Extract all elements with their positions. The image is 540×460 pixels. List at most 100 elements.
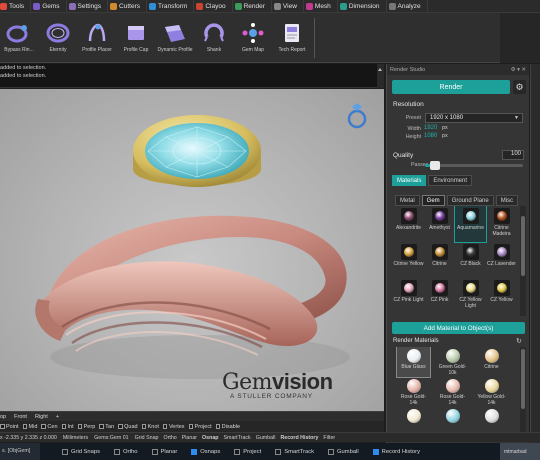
units[interactable]: Millimeters (63, 435, 88, 441)
osnap-vertex[interactable]: Vertex (162, 424, 185, 430)
tab-top[interactable]: op (0, 414, 6, 420)
user-badge[interactable]: mtmarbad (500, 443, 540, 460)
tab-metal[interactable]: Metal (395, 195, 420, 206)
panel-controls[interactable]: ⚙ ▾ ✕ (511, 67, 526, 73)
passes-slider-thumb[interactable] (429, 161, 440, 170)
scroll-thumb[interactable] (521, 216, 525, 276)
checkbox[interactable] (99, 424, 104, 429)
refresh-icon[interactable]: ↻ (516, 337, 522, 345)
menu-dimension[interactable]: Dimension (338, 0, 387, 13)
checkbox[interactable] (141, 424, 147, 429)
tool-shank[interactable]: Shank (195, 13, 233, 63)
toggle-gumball[interactable]: Gumball (328, 448, 359, 455)
tool-gem-map[interactable]: Gem Map (234, 13, 272, 63)
preset-select[interactable]: 1920 x 1080 ▼ (425, 113, 523, 123)
gem-material-item[interactable]: Citrine Yellow (393, 242, 424, 278)
gem-grid-scrollbar[interactable] (520, 206, 526, 316)
tab-ground-plane[interactable]: Ground Plane (446, 195, 494, 206)
osnap-int[interactable]: Int (61, 424, 74, 430)
menu-gems[interactable]: Gems (31, 0, 67, 13)
status-planar[interactable]: Planar (182, 435, 197, 441)
toggle-osnaps[interactable]: Osnaps (191, 448, 220, 455)
render-material-item[interactable]: Green Gold-10k (436, 347, 469, 377)
current-layer[interactable]: Gems:Gem 01 (94, 435, 128, 441)
status-smarttrack[interactable]: SmartTrack (224, 435, 251, 441)
checkbox[interactable] (188, 424, 194, 429)
gem-material-item[interactable]: CZ Yellow (486, 278, 517, 314)
checkbox[interactable] (191, 448, 198, 455)
view-navigation-icon[interactable] (347, 103, 367, 129)
checkbox[interactable] (62, 448, 68, 455)
gem-material-item[interactable]: CZ Yellow Light (455, 278, 486, 314)
menu-transform[interactable]: Transform (147, 0, 195, 13)
tab-front[interactable]: Front (14, 414, 27, 420)
gem-material-item[interactable]: Citrine (424, 242, 455, 278)
checkbox[interactable] (0, 424, 5, 429)
osnap-project[interactable]: Project (188, 424, 212, 430)
width-value[interactable]: 1920 (424, 125, 437, 131)
osnap-perp[interactable]: Perp (77, 424, 95, 430)
passes-slider[interactable] (425, 161, 523, 170)
tool-dynamic-profile[interactable]: Dynamic Profile (156, 13, 194, 63)
scroll-thumb[interactable] (521, 349, 525, 409)
toggle-grid-snaps[interactable]: Grid Snaps (62, 448, 100, 455)
tab-environment[interactable]: Environment (428, 175, 473, 186)
checkbox[interactable] (234, 448, 241, 455)
osnap-cen[interactable]: Cen (41, 424, 58, 430)
status-gumball[interactable]: Gumball (256, 435, 276, 441)
checkbox[interactable] (114, 448, 120, 455)
status-ortho[interactable]: Ortho (163, 435, 176, 441)
tab-right[interactable]: Right (35, 414, 48, 420)
checkbox[interactable] (328, 448, 335, 455)
menu-mesh[interactable]: Mesh (304, 0, 338, 13)
osnap-disable[interactable]: Disable (215, 424, 240, 430)
menu-cutters[interactable]: Cutters (108, 0, 147, 13)
tool-profile-placer[interactable]: Profile Placer (78, 13, 116, 63)
gem-material-item[interactable]: CZ Pink (424, 278, 455, 314)
osnap-point[interactable]: Point (0, 424, 19, 430)
menu-settings[interactable]: Settings (67, 0, 109, 13)
status-filter[interactable]: Filter (323, 435, 335, 441)
toggle-project[interactable]: Project (234, 448, 261, 455)
checkbox[interactable] (162, 424, 168, 429)
status-osnap[interactable]: Osnap (202, 435, 218, 441)
height-value[interactable]: 1080 (424, 133, 437, 139)
checkbox[interactable] (151, 448, 158, 455)
osnap-knot[interactable]: Knot (141, 424, 159, 430)
menu-view[interactable]: View (272, 0, 304, 13)
quality-value[interactable]: 100 (502, 150, 524, 160)
command-scrollbar[interactable] (377, 64, 384, 88)
gem-material-item[interactable]: Amethyst (424, 206, 455, 242)
toggle-ortho[interactable]: Ortho (114, 448, 138, 455)
menu-tools[interactable]: Tools (0, 0, 32, 13)
menu-analyze[interactable]: Analyze (387, 0, 428, 13)
gem-material-item[interactable]: CZ Black (455, 242, 486, 278)
toggle-smarttrack[interactable]: SmartTrack (275, 448, 314, 455)
perspective-viewport[interactable]: Gemvision A STULLER COMPANY (0, 89, 384, 411)
menu-render[interactable]: Render (233, 0, 272, 13)
toggle-planar[interactable]: Planar (151, 448, 177, 455)
render-button[interactable]: Render (392, 80, 510, 94)
checkbox[interactable] (275, 448, 282, 455)
menu-clayoo[interactable]: Clayoo (194, 0, 233, 13)
render-material-item[interactable]: Citrine (475, 347, 508, 377)
gem-material-item[interactable]: Alexandrite (393, 206, 424, 242)
render-settings-gear-icon[interactable]: ⚙ (513, 80, 526, 94)
tool-bypass-ring[interactable]: Bypass Rin... (0, 13, 38, 63)
osnap-quad[interactable]: Quad (118, 424, 138, 430)
command-prompt-area[interactable]: s. [ObjGem] (0, 443, 40, 460)
osnap-tan[interactable]: Tan (99, 424, 114, 430)
tab-gem[interactable]: Gem (421, 195, 445, 206)
tool-eternity[interactable]: Eternity (39, 13, 77, 63)
checkbox[interactable] (77, 424, 83, 429)
checkbox[interactable] (61, 424, 67, 429)
gem-material-item[interactable]: Citrine Madeira (486, 206, 517, 242)
render-material-item[interactable]: Yellow Gold-14k (475, 377, 508, 407)
checkbox[interactable] (118, 424, 123, 429)
status-grid-snap[interactable]: Grid Snap (135, 435, 159, 441)
tool-profile-cap[interactable]: Profile Cap (117, 13, 155, 63)
gem-material-item[interactable]: CZ Pink Light (393, 278, 424, 314)
status-record-history[interactable]: Record History (280, 435, 318, 441)
tab-materials[interactable]: Materials (392, 175, 427, 186)
checkbox[interactable] (215, 424, 221, 429)
